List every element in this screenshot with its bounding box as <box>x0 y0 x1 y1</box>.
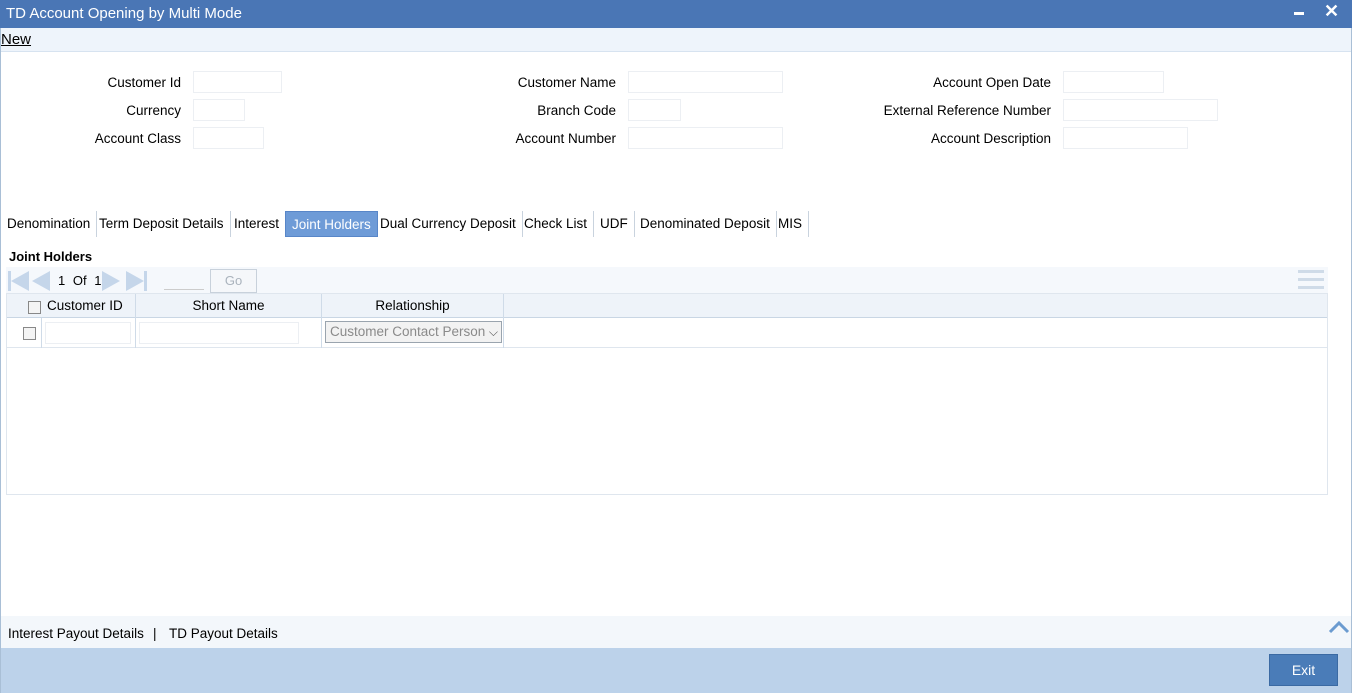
tab-dual-currency-deposit[interactable]: Dual Currency Deposit <box>374 211 523 237</box>
branch-code-field[interactable] <box>628 99 681 121</box>
page-of-label: Of <box>72 273 87 288</box>
customer-id-cell <box>42 318 136 348</box>
close-icon[interactable]: ✕ <box>1324 0 1339 22</box>
account-number-label: Account Number <box>515 131 616 146</box>
joint-holders-grid: Customer ID Short Name Relationship Cust… <box>6 293 1328 495</box>
list-view-icon[interactable] <box>1298 270 1324 290</box>
page-number-input[interactable] <box>164 272 204 290</box>
tab-denomination[interactable]: Denomination <box>1 211 98 237</box>
chevron-down-icon: ⌵ <box>488 325 498 339</box>
short-name-cell <box>136 318 322 348</box>
customer-name-label: Customer Name <box>517 75 616 90</box>
account-class-field[interactable] <box>193 127 264 149</box>
footer-separator: | <box>153 626 157 641</box>
chevron-up-icon[interactable] <box>1328 619 1350 635</box>
customer-name-field[interactable] <box>628 71 783 93</box>
tab-interest[interactable]: Interest <box>228 211 287 237</box>
grid-header: Customer ID Short Name Relationship <box>7 294 1327 318</box>
tab-udf[interactable]: UDF <box>594 211 635 237</box>
bottom-action-bar: Exit <box>1 648 1351 693</box>
account-number-field[interactable] <box>628 127 783 149</box>
tab-term-deposit-details[interactable]: Term Deposit Details <box>93 211 231 237</box>
relationship-column-header: Relationship <box>322 294 504 318</box>
menu-bar: New <box>1 28 1351 52</box>
footer-links-bar: Interest Payout Details | TD Payout Deta… <box>1 616 1351 648</box>
account-class-label: Account Class <box>94 131 181 146</box>
external-reference-field[interactable] <box>1063 99 1218 121</box>
new-menu-link[interactable]: New <box>1 31 31 48</box>
branch-code-label: Branch Code <box>537 103 616 118</box>
page-indicator: 1 Of 1 <box>58 273 105 288</box>
table-row: Customer Contact Person ⌵ <box>7 318 1327 348</box>
previous-page-icon[interactable] <box>32 271 52 291</box>
customer-id-column-header: Customer ID <box>7 294 136 318</box>
row-checkbox[interactable] <box>23 327 36 340</box>
grid-navigation-bar: 1 Of 1 Go <box>6 267 1328 294</box>
current-page: 1 <box>58 273 66 288</box>
relationship-select[interactable]: Customer Contact Person ⌵ <box>325 321 502 343</box>
relationship-value: Customer Contact Person <box>330 324 486 339</box>
tab-mis[interactable]: MIS <box>772 211 810 237</box>
external-reference-label: External Reference Number <box>883 103 1051 118</box>
window-title: TD Account Opening by Multi Mode <box>6 5 242 22</box>
account-open-date-label: Account Open Date <box>933 75 1051 90</box>
currency-field[interactable] <box>193 99 245 121</box>
row-select-cell <box>7 318 42 348</box>
account-description-label: Account Description <box>930 131 1051 146</box>
interest-payout-details-link[interactable]: Interest Payout Details <box>8 626 144 641</box>
next-page-icon[interactable] <box>102 271 122 291</box>
last-page-icon[interactable] <box>126 271 148 291</box>
tab-check-list[interactable]: Check List <box>518 211 595 237</box>
short-name-column-header: Short Name <box>136 294 322 318</box>
exit-button[interactable]: Exit <box>1269 654 1338 686</box>
account-description-field[interactable] <box>1063 127 1188 149</box>
tab-denominated-deposit[interactable]: Denominated Deposit <box>634 211 777 237</box>
tab-joint-holders[interactable]: Joint Holders <box>285 211 378 237</box>
currency-label: Currency <box>126 103 181 118</box>
customer-id-header-label: Customer ID <box>47 298 123 313</box>
total-pages: 1 <box>94 273 102 288</box>
go-button[interactable]: Go <box>210 269 257 293</box>
minimize-icon[interactable] <box>1294 12 1304 15</box>
account-open-date-field[interactable] <box>1063 71 1164 93</box>
first-page-icon[interactable] <box>8 271 30 291</box>
select-all-checkbox[interactable] <box>28 301 41 314</box>
row-customer-id-input[interactable] <box>45 322 131 344</box>
title-bar: TD Account Opening by Multi Mode ✕ <box>0 0 1352 28</box>
row-short-name-input[interactable] <box>139 322 299 344</box>
td-payout-details-link[interactable]: TD Payout Details <box>169 626 278 641</box>
customer-id-label: Customer Id <box>107 75 181 90</box>
section-title: Joint Holders <box>9 249 93 264</box>
customer-id-field[interactable] <box>193 71 282 93</box>
